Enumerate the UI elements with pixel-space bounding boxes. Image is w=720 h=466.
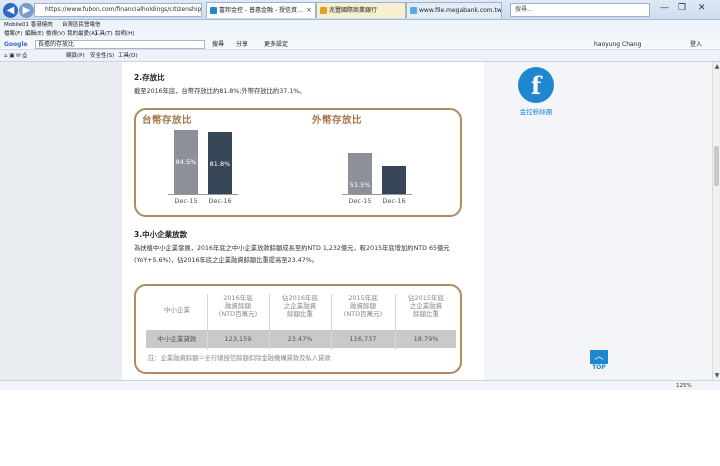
menu-edit[interactable]: 編輯(E) [25, 30, 44, 39]
tools-menu[interactable]: 工具(O) [118, 50, 138, 62]
home-icon[interactable]: ⌂ ▣ ✉ ⎙ [4, 50, 27, 62]
x-tick-label: Dec-16 [208, 197, 232, 205]
tab-label: www.file.megabank.com.tw [419, 7, 502, 14]
tab-label: 兆豐國際商業銀行 [329, 7, 378, 14]
chart-title: 外幣存放比 [312, 115, 363, 126]
minimize-button[interactable]: — [660, 3, 669, 13]
table-header: 2016年底 融資餘額 (NTD百萬元) [218, 294, 258, 318]
favorite-item[interactable]: Mobile01 香港燒肉 [4, 20, 53, 30]
tab-megabank[interactable]: 兆豐國際商業銀行 [316, 2, 406, 18]
menu-favorites[interactable]: 我的最愛(A) [67, 30, 97, 39]
google-logo: Google [4, 41, 28, 48]
back-icon[interactable]: ◀ [3, 3, 18, 18]
table-cell: 123,159 [224, 335, 252, 343]
table-header: 佔2016年底 之企業融資 餘額比重 [281, 294, 319, 318]
google-share-button[interactable]: 分享 [236, 39, 248, 50]
tab-label: 富邦金控 - 普惠金融 - 授信資… [219, 7, 303, 14]
google-login-button[interactable]: 登入 [690, 39, 702, 50]
chart-bar: 37.1% [382, 165, 406, 202]
bar-data-label: 84.5% [175, 157, 197, 166]
status-bar: 125% [0, 380, 720, 390]
tab-fubon[interactable]: 富邦金控 - 普惠金融 - 授信資… × [206, 2, 316, 18]
x-tick-label: Dec-15 [348, 197, 372, 205]
table-cell: 23.47% [287, 335, 313, 343]
scroll-up-icon[interactable]: ▲ [713, 63, 720, 70]
tab-close-icon[interactable]: × [306, 3, 312, 18]
safety-menu[interactable]: 安全性(S) [90, 50, 114, 62]
chart-title: 台幣存放比 [142, 115, 193, 126]
x-axis-line [168, 194, 238, 195]
google-user[interactable]: haoyung Chang [594, 39, 641, 50]
google-search-input[interactable]: 長擔的存放比 [35, 40, 205, 49]
tab-favicon-icon [410, 7, 417, 14]
menu-bar: 檔案(F) 編輯(E) 檢視(V) 我的最愛(A) 工具(T) 說明(H) [0, 30, 720, 39]
zoom-level[interactable]: 125% [676, 381, 692, 391]
section-paragraph: 為扶植中小企業發展，2016年底之中小企業放款餘額成長至約NTD 1,232億元… [134, 245, 450, 264]
google-search-button[interactable]: 搜尋 [212, 39, 224, 50]
tab-favicon-icon [320, 7, 327, 14]
close-button[interactable]: ✕ [698, 3, 706, 13]
chart-bar: 81.8% [208, 131, 232, 194]
table-header: 佔2015年底 之企業融資 餘額比重 [407, 294, 445, 318]
forward-icon[interactable]: ▶ [19, 3, 34, 18]
section-paragraph: 截至2016年底，台幣存放比約81.8%;外幣存放比約37.1%。 [134, 88, 306, 95]
loan-deposit-chart: 台幣存放比 外幣存放比 84.5% Dec-15 81.8% Dec-16 53.5%… [134, 108, 462, 217]
address-bar: ◀ ▶ https://www.fubon.com/financialholdi… [0, 0, 720, 20]
google-more-button[interactable]: 更多設定 [264, 39, 288, 50]
favorites-bar: Mobile01 香港燒肉 台灣區民營電信 [0, 20, 720, 30]
page-menu[interactable]: 網頁(P) [66, 50, 85, 62]
facebook-fanpage-link[interactable]: 金控粉絲團 [506, 106, 566, 116]
maximize-button[interactable]: ❐ [678, 3, 686, 13]
sme-loan-table: 中小企業 2016年底 融資餘額 (NTD百萬元) 佔2016年底 之企業融資 … [134, 284, 462, 374]
back-to-top-button[interactable]: ︿ [590, 350, 608, 364]
menu-file[interactable]: 檔案(F) [4, 30, 22, 39]
google-toolbar: Google 長擔的存放比 搜尋 分享 更多設定 haoyung Chang 登… [0, 39, 720, 50]
scrollbar-thumb[interactable] [714, 146, 719, 186]
tab-megabank-file[interactable]: www.file.megabank.com.tw [406, 2, 502, 18]
table-note: 註：企業融資餘額＝全行總授信餘額扣除金融機構貸款及私人貸款 [148, 355, 331, 362]
chart-bar: 84.5% [174, 129, 198, 194]
browser-window: ◀ ▶ https://www.fubon.com/financialholdi… [0, 0, 720, 390]
vertical-scrollbar[interactable]: ▲ ▼ [712, 62, 720, 380]
table-cell: 18.79% [413, 335, 439, 343]
tab-favicon-icon [210, 7, 217, 14]
favorite-item[interactable]: 台灣區民營電信 [62, 20, 101, 30]
table-cell: 中小企業貸款 [157, 335, 197, 343]
x-tick-label: Dec-16 [382, 197, 406, 205]
bar-data-label: 81.8% [209, 159, 231, 168]
table-cell: 116,737 [349, 335, 377, 343]
page-viewport: 2.存放比 截至2016年底，台幣存放比約81.8%;外幣存放比約37.1%。 … [0, 62, 712, 380]
menu-view[interactable]: 檢視(V) [46, 30, 65, 39]
command-bar: ⌂ ▣ ✉ ⎙ 網頁(P) 安全性(S) 工具(O) [0, 50, 720, 62]
bar-data-label: 53.5% [349, 181, 371, 190]
browser-search-input[interactable]: 搜尋... [510, 3, 650, 17]
menu-help[interactable]: 說明(H) [115, 30, 134, 39]
facebook-icon[interactable]: f [518, 67, 554, 103]
menu-tools[interactable]: 工具(T) [94, 30, 113, 39]
section-title: 2.存放比 [134, 73, 165, 82]
scroll-down-icon[interactable]: ▼ [713, 372, 720, 379]
sidebar: f 金控粉絲團 ︿ TOP [484, 62, 712, 380]
chart-bar: 53.5% [348, 153, 372, 194]
x-tick-label: Dec-15 [174, 197, 198, 205]
url-input[interactable]: https://www.fubon.com/financialholdings/… [34, 3, 202, 17]
back-to-top-label[interactable]: TOP [590, 364, 608, 371]
table-header: 中小企業 [164, 306, 190, 314]
table-header: 2015年底 融資餘額 (NTD百萬元) [343, 294, 383, 318]
section-title: 3.中小企業放款 [134, 230, 188, 239]
article: 2.存放比 截至2016年底，台幣存放比約81.8%;外幣存放比約37.1%。 … [122, 62, 484, 380]
